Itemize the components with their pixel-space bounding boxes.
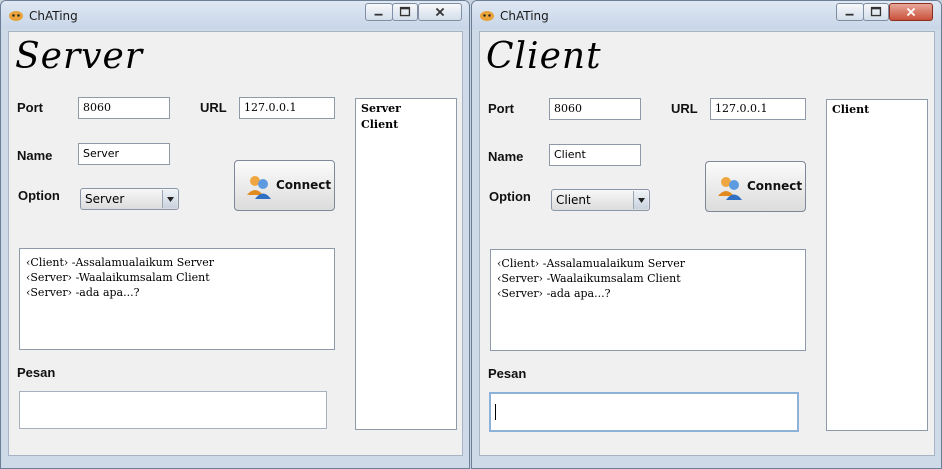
message-input[interactable] — [489, 392, 799, 432]
dropdown-arrow[interactable] — [633, 191, 648, 209]
pesan-label: Pesan — [488, 366, 527, 381]
connect-label: Connect — [276, 178, 332, 192]
chat-message: ‹Client› -Assalamualaikum Server — [497, 257, 685, 270]
window-title: ChATing — [29, 9, 78, 23]
url-field[interactable]: 127.0.0.1 — [710, 98, 806, 120]
list-item[interactable]: Client — [832, 102, 922, 118]
close-icon — [435, 7, 445, 17]
client-titlebar[interactable]: ChATing — [472, 1, 941, 29]
option-selected-value: Server — [85, 192, 125, 206]
users-connect-icon — [718, 177, 742, 200]
url-label: URL — [200, 100, 227, 115]
cat-app-icon — [9, 11, 23, 21]
close-button[interactable] — [418, 3, 462, 21]
connect-button[interactable]: Connect — [234, 160, 335, 211]
users-connect-icon — [247, 176, 271, 199]
name-label: Name — [17, 148, 53, 163]
server-titlebar[interactable]: ChATing — [1, 1, 469, 29]
name-field[interactable]: Server — [78, 143, 170, 165]
minimize-button[interactable] — [836, 3, 864, 21]
chat-log: ‹Client› -Assalamualaikum Server ‹Server… — [19, 248, 335, 350]
option-selected-value: Client — [556, 193, 591, 207]
window-title: ChATing — [500, 9, 549, 23]
chat-message: ‹Client› -Assalamualaikum Server — [26, 256, 214, 269]
minimize-icon — [845, 13, 854, 16]
user-list[interactable]: Server Client — [355, 98, 457, 430]
connect-label: Connect — [747, 179, 803, 193]
pesan-label: Pesan — [17, 365, 56, 380]
chat-message: ‹Server› -Waalaikumsalam Client — [497, 272, 681, 285]
chevron-down-icon — [638, 198, 645, 203]
close-icon — [906, 7, 916, 17]
url-field[interactable]: 127.0.0.1 — [239, 97, 335, 119]
option-label: Option — [489, 189, 531, 204]
cat-app-icon — [480, 11, 494, 21]
name-label: Name — [488, 149, 524, 164]
connect-button[interactable]: Connect — [705, 161, 806, 212]
port-field[interactable]: 8060 — [78, 97, 170, 119]
chat-log: ‹Client› -Assalamualaikum Server ‹Server… — [490, 249, 806, 351]
client-window: ChATing Client Port 8060 URL 127.0.0.1 N… — [471, 0, 942, 469]
server-window: ChATing Server Port 8060 URL 127.0.0.1 N… — [0, 0, 470, 469]
close-button[interactable] — [889, 3, 933, 21]
maximize-button[interactable] — [863, 3, 889, 21]
option-select[interactable]: Client — [551, 189, 650, 211]
minimize-button[interactable] — [365, 3, 393, 21]
chat-message: ‹Server› -Waalaikumsalam Client — [26, 271, 210, 284]
page-title: Client — [486, 36, 602, 77]
list-item[interactable]: Server — [361, 101, 451, 117]
page-title: Server — [15, 36, 144, 77]
message-input[interactable] — [19, 391, 327, 429]
text-caret — [495, 404, 496, 420]
url-label: URL — [671, 101, 698, 116]
client-content-panel: Client Port 8060 URL 127.0.0.1 Name Clie… — [479, 31, 935, 456]
port-label: Port — [17, 100, 43, 115]
maximize-icon — [399, 6, 411, 17]
option-select[interactable]: Server — [80, 188, 179, 210]
maximize-button[interactable] — [392, 3, 418, 21]
chat-message: ‹Server› -ada apa...? — [497, 287, 611, 300]
maximize-icon — [870, 6, 882, 17]
port-field[interactable]: 8060 — [549, 98, 641, 120]
chat-message: ‹Server› -ada apa...? — [26, 286, 140, 299]
name-field[interactable]: Client — [549, 144, 641, 166]
port-label: Port — [488, 101, 514, 116]
chevron-down-icon — [167, 197, 174, 202]
server-content-panel: Server Port 8060 URL 127.0.0.1 Name Serv… — [8, 31, 463, 456]
list-item[interactable]: Client — [361, 117, 451, 133]
minimize-icon — [374, 13, 383, 16]
option-label: Option — [18, 188, 60, 203]
dropdown-arrow[interactable] — [162, 190, 177, 208]
user-list[interactable]: Client — [826, 99, 928, 431]
